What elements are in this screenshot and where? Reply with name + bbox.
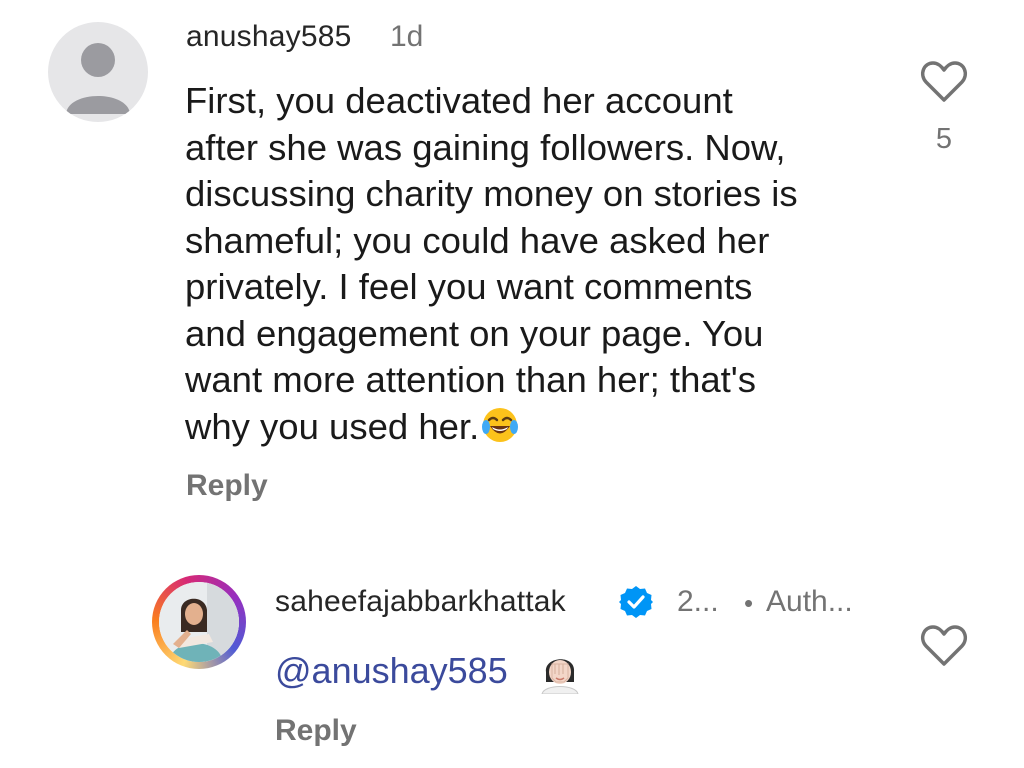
default-avatar-icon bbox=[66, 43, 130, 114]
comment-text: First, you deactivated her account after… bbox=[185, 78, 885, 456]
profile-photo bbox=[159, 582, 239, 662]
facepalm-emoji-icon bbox=[538, 648, 582, 699]
comment-timestamp: 1d bbox=[390, 20, 424, 53]
like-column bbox=[914, 624, 974, 673]
verified-badge-icon bbox=[619, 585, 653, 624]
like-count: 5 bbox=[935, 123, 953, 155]
like-column: 5 bbox=[914, 60, 974, 156]
reply-username[interactable]: saheefajabbarkhattak bbox=[275, 585, 566, 619]
comment-username[interactable]: anushay585 bbox=[186, 20, 351, 54]
comment-text-content: First, you deactivated her account after… bbox=[185, 80, 798, 447]
reply-timestamp: 2... bbox=[677, 585, 719, 618]
heart-icon[interactable] bbox=[920, 625, 968, 672]
profile-photo-image bbox=[159, 582, 239, 662]
separator-dot: • bbox=[744, 588, 754, 618]
reply-button[interactable]: Reply bbox=[186, 469, 268, 503]
mention-link[interactable]: @anushay585 bbox=[275, 650, 508, 692]
user-avatar[interactable] bbox=[48, 22, 148, 122]
author-tag: Auth... bbox=[766, 585, 853, 618]
story-ring-avatar[interactable] bbox=[152, 575, 246, 669]
reply-button[interactable]: Reply bbox=[275, 714, 357, 748]
laughing-with-tears-emoji-icon bbox=[480, 405, 520, 457]
heart-icon[interactable] bbox=[920, 61, 968, 108]
